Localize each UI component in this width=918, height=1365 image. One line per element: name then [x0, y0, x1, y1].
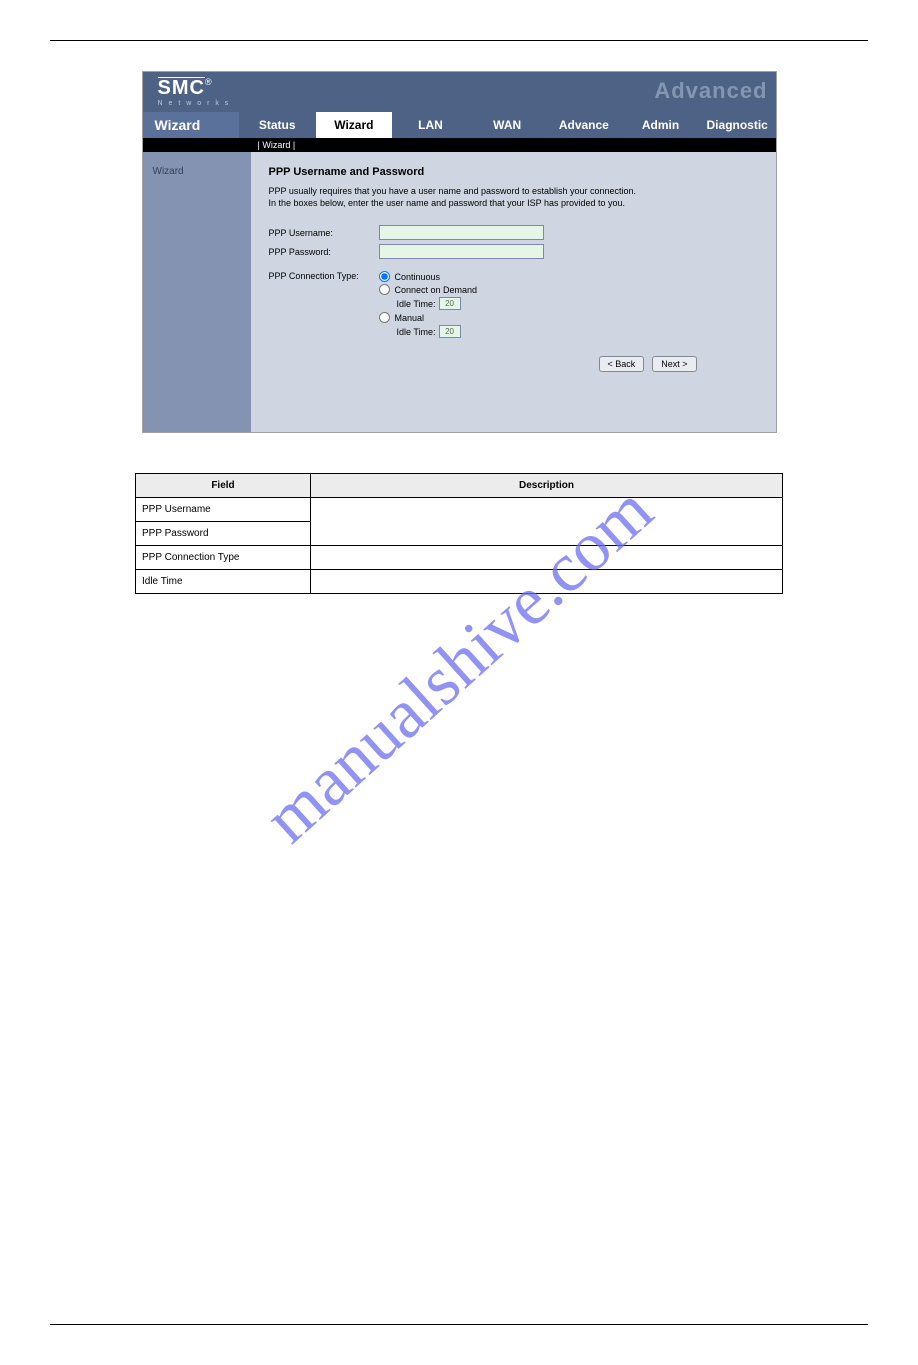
intro-text-2: In the boxes below, enter the user name … [269, 198, 689, 210]
content-row: Wizard PPP Username and Password PPP usu… [143, 152, 776, 432]
table-row: PPP Username [136, 498, 783, 522]
radio-manual[interactable] [379, 312, 390, 323]
idle-time-demand-input[interactable] [439, 297, 461, 310]
ppp-password-label: PPP Password: [269, 247, 379, 257]
nav-primary[interactable]: Wizard [143, 112, 239, 138]
radio-connect-on-demand[interactable] [379, 284, 390, 295]
ppp-connection-type-label: PPP Connection Type: [269, 271, 379, 282]
nav-diagnostic[interactable]: Diagnostic [699, 112, 776, 138]
router-ui-screenshot: SMC® N e t w o r k s Advanced Wizard Sta… [142, 71, 777, 433]
table-cell: PPP Connection Type [136, 546, 311, 570]
radio-manual-label: Manual [395, 313, 425, 323]
radio-connect-on-demand-label: Connect on Demand [395, 285, 478, 295]
nav-wan[interactable]: WAN [469, 112, 546, 138]
logo-registered-icon: ® [205, 77, 212, 87]
page-top-rule [50, 40, 868, 41]
back-button[interactable]: < Back [599, 356, 645, 372]
table-cell: PPP Username [136, 498, 311, 522]
idle-time-demand-label: Idle Time: [397, 299, 436, 309]
radio-continuous[interactable] [379, 271, 390, 282]
table-head-description: Description [311, 474, 783, 498]
ppp-connection-type-group: Continuous Connect on Demand Idle Time: [379, 271, 478, 340]
table-cell: PPP Password [136, 522, 311, 546]
logo-subtext: N e t w o r k s [158, 100, 231, 107]
field-description-table: Field Description PPP Username PPP Passw… [135, 473, 783, 594]
sidebar-item-wizard[interactable]: Wizard [153, 166, 241, 177]
wizard-nav-buttons: < Back Next > [599, 356, 758, 372]
sidebar: Wizard [143, 152, 251, 432]
main-nav: Wizard Status Wizard LAN WAN Advance Adm… [143, 112, 776, 138]
table-cell [311, 498, 783, 546]
ppp-username-input[interactable] [379, 225, 544, 240]
idle-time-manual-label: Idle Time: [397, 327, 436, 337]
table-cell: Idle Time [136, 570, 311, 594]
banner-mode-label: Advanced [654, 78, 767, 104]
ppp-password-input[interactable] [379, 244, 544, 259]
nav-lan[interactable]: LAN [392, 112, 469, 138]
table-row: PPP Connection Type [136, 546, 783, 570]
top-banner: SMC® N e t w o r k s Advanced [143, 72, 776, 112]
ppp-username-label: PPP Username: [269, 228, 379, 238]
table-head-row: Field Description [136, 474, 783, 498]
idle-time-manual-input[interactable] [439, 325, 461, 338]
page-title: PPP Username and Password [269, 166, 758, 178]
next-button[interactable]: Next > [652, 356, 696, 372]
table-head-field: Field [136, 474, 311, 498]
nav-advance[interactable]: Advance [546, 112, 623, 138]
nav-wizard[interactable]: Wizard [316, 112, 393, 138]
table-cell [311, 570, 783, 594]
breadcrumb: | Wizard | [143, 138, 776, 152]
logo-text: SMC [158, 77, 205, 98]
table-row: Idle Time [136, 570, 783, 594]
nav-status[interactable]: Status [239, 112, 316, 138]
nav-admin[interactable]: Admin [622, 112, 699, 138]
table-cell [311, 546, 783, 570]
page-bottom-rule [50, 1324, 868, 1325]
brand-logo: SMC® N e t w o r k s [158, 77, 231, 107]
radio-continuous-label: Continuous [395, 272, 441, 282]
intro-text-1: PPP usually requires that you have a use… [269, 186, 689, 198]
main-content: PPP Username and Password PPP usually re… [251, 152, 776, 432]
